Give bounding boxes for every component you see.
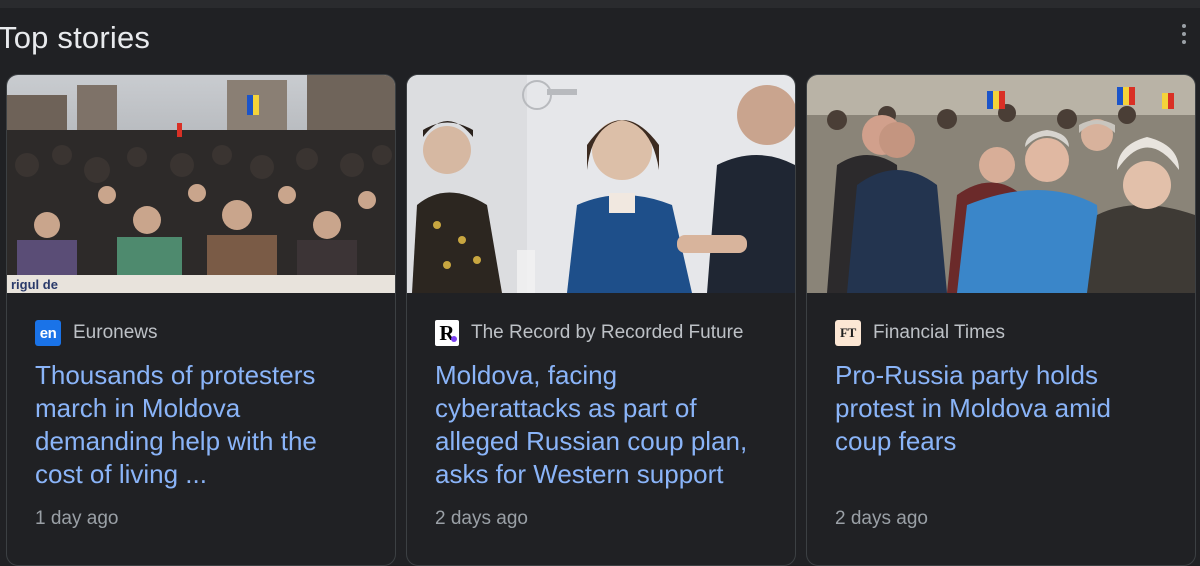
story-thumbnail-protest-crowd: rigul de	[7, 75, 395, 293]
more-vert-icon[interactable]	[1172, 20, 1196, 48]
story-source: R.R The Record by Recorded Future	[435, 320, 744, 346]
section-title: Top stories	[0, 20, 151, 55]
story-timestamp: 1 day ago	[35, 508, 119, 529]
source-name: Euronews	[73, 322, 158, 343]
top-stories-header: Top stories	[0, 8, 1200, 66]
story-timestamp: 2 days ago	[835, 508, 928, 529]
banner-text: rigul de	[11, 277, 58, 292]
source-name: The Record by Recorded Future	[471, 322, 744, 343]
top-divider-bar	[0, 0, 1200, 8]
euronews-logo-icon: en	[35, 320, 61, 346]
story-headline-link[interactable]: Moldova, facing cyberattacks as part of …	[435, 359, 755, 491]
story-source: en Euronews	[35, 320, 158, 346]
story-timestamp: 2 days ago	[435, 508, 528, 529]
story-card-financial-times[interactable]: FT Financial Times Pro-Russia party hold…	[806, 74, 1196, 566]
story-thumbnail-conference	[407, 75, 795, 293]
source-name: Financial Times	[873, 322, 1005, 343]
stories-carousel: rigul de en Euronews Thousands of protes…	[6, 74, 1200, 566]
story-thumbnail-elderly-protesters	[807, 75, 1195, 293]
story-card-euronews[interactable]: rigul de en Euronews Thousands of protes…	[6, 74, 396, 566]
story-source: FT Financial Times	[835, 320, 1005, 346]
story-headline-link[interactable]: Thousands of protesters march in Moldova…	[35, 359, 355, 491]
financial-times-logo-icon: FT	[835, 320, 861, 346]
the-record-logo-icon: R.R	[435, 320, 459, 346]
story-card-the-record[interactable]: R.R The Record by Recorded Future Moldov…	[406, 74, 796, 566]
story-headline-link[interactable]: Pro-Russia party holds protest in Moldov…	[835, 359, 1155, 458]
